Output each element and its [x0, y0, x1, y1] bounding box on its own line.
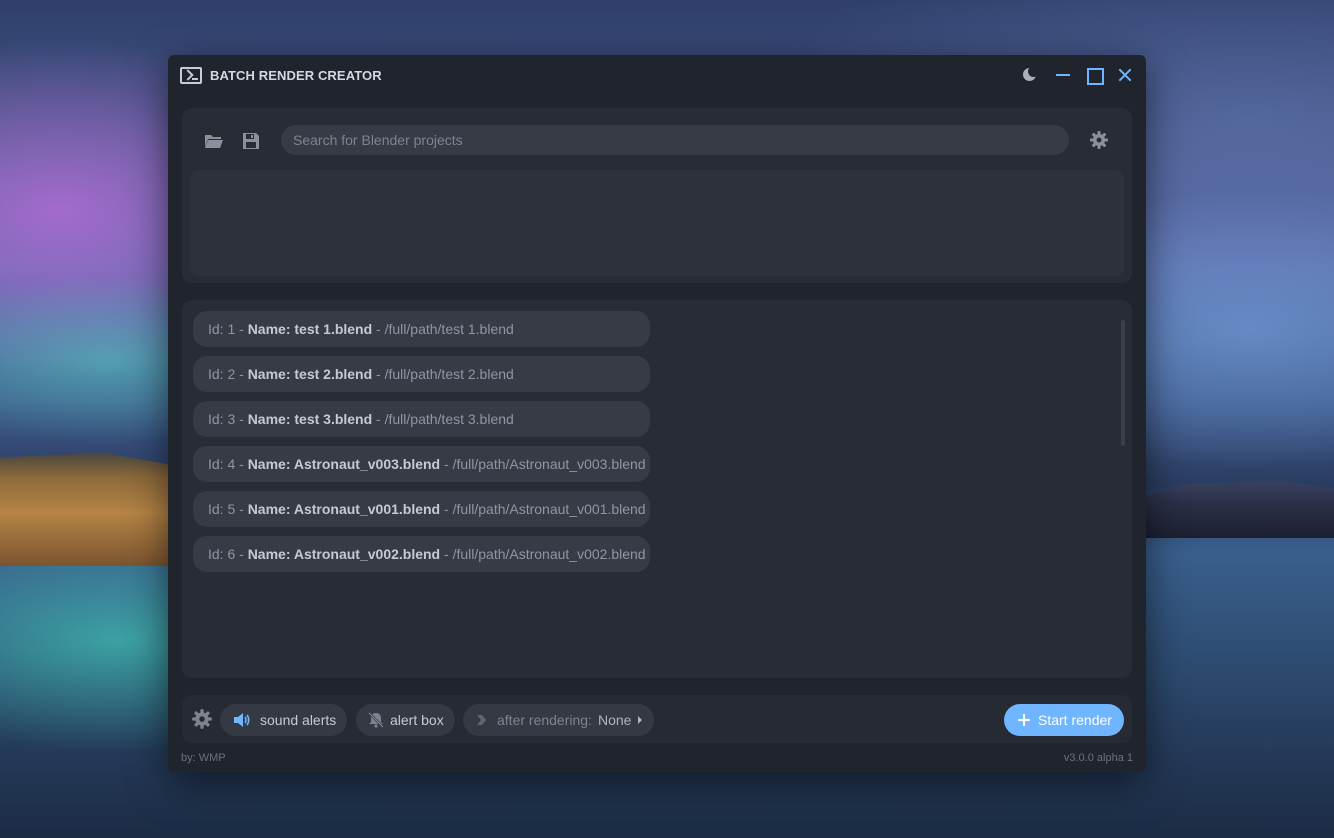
- item-id: Id: 1 -: [208, 321, 248, 337]
- item-id: Id: 4 -: [208, 456, 248, 472]
- item-id: Id: 2 -: [208, 366, 248, 382]
- version-label: v3.0.0 alpha 1: [1063, 752, 1133, 764]
- start-render-label: Start render: [1038, 712, 1112, 728]
- list-item[interactable]: Id: 1 - Name: test 1.blend - /full/path/…: [193, 311, 650, 347]
- background-landscape-right: [1146, 480, 1334, 538]
- item-id: Id: 5 -: [208, 501, 248, 517]
- item-name: Name: Astronaut_v001.blend: [247, 501, 441, 517]
- item-path: - /full/path/test 2.blend: [372, 366, 514, 382]
- alert-box-toggle[interactable]: alert box: [356, 704, 455, 736]
- list-item[interactable]: Id: 4 - Name: Astronaut_v003.blend - /fu…: [193, 446, 650, 482]
- item-path: - /full/path/test 1.blend: [372, 321, 514, 337]
- search-input[interactable]: [281, 125, 1069, 155]
- item-path: - /full/path/test 3.blend: [372, 411, 514, 427]
- plus-icon: [1018, 714, 1030, 726]
- sound-alerts-label: sound alerts: [260, 712, 337, 728]
- item-name: Name: Astronaut_v002.blend: [247, 546, 441, 562]
- author-label: by: WMP: [181, 752, 226, 764]
- sound-alerts-toggle[interactable]: sound alerts: [220, 704, 347, 736]
- terminal-icon: [180, 67, 202, 84]
- bottom-toolbar: sound alerts alert box after rendering: N…: [182, 695, 1132, 743]
- next-icon: [477, 715, 486, 725]
- item-path: - /full/path/Astronaut_v002.blend: [440, 546, 646, 562]
- folder-icon[interactable]: [204, 131, 224, 151]
- item-name: Name: test 2.blend: [247, 366, 373, 382]
- save-icon[interactable]: [241, 131, 261, 151]
- speaker-icon: [234, 713, 250, 727]
- item-path: - /full/path/Astronaut_v003.blend: [440, 456, 646, 472]
- bell-off-icon: [368, 712, 384, 728]
- window-title: BATCH RENDER CREATOR: [210, 68, 382, 83]
- background-landscape-left: [0, 452, 170, 566]
- moon-icon[interactable]: [1022, 66, 1039, 83]
- after-rendering-select[interactable]: after rendering: None: [463, 704, 654, 736]
- start-render-button[interactable]: Start render: [1004, 704, 1124, 736]
- list-item[interactable]: Id: 6 - Name: Astronaut_v002.blend - /fu…: [193, 536, 650, 572]
- item-id: Id: 3 -: [208, 411, 248, 427]
- list-item[interactable]: Id: 3 - Name: test 3.blend - /full/path/…: [193, 401, 650, 437]
- close-icon[interactable]: [1117, 67, 1133, 83]
- item-id: Id: 6 -: [208, 546, 248, 562]
- list-item[interactable]: Id: 2 - Name: test 2.blend - /full/path/…: [193, 356, 650, 392]
- alert-box-label: alert box: [390, 712, 444, 728]
- title-bar[interactable]: BATCH RENDER CREATOR: [168, 55, 1146, 95]
- item-name: Name: test 1.blend: [247, 321, 373, 337]
- scrollbar[interactable]: [1121, 320, 1125, 446]
- list-item[interactable]: Id: 5 - Name: Astronaut_v001.blend - /fu…: [193, 491, 650, 527]
- after-rendering-value: None: [597, 712, 632, 728]
- minimize-icon[interactable]: [1055, 67, 1071, 83]
- after-rendering-label: after rendering:: [497, 712, 592, 728]
- item-path: - /full/path/Astronaut_v001.blend: [440, 501, 646, 517]
- caret-right-icon: [638, 716, 642, 724]
- search-results: [190, 170, 1124, 276]
- gear-icon[interactable]: [191, 708, 213, 730]
- gear-icon[interactable]: [1089, 130, 1109, 150]
- item-name: Name: test 3.blend: [247, 411, 373, 427]
- app-window: BATCH RENDER CREATOR Search for Blender …: [168, 55, 1146, 772]
- maximize-icon[interactable]: [1086, 67, 1104, 85]
- project-list: Id: 1 - Name: test 1.blend - /full/path/…: [182, 300, 1132, 678]
- item-name: Name: Astronaut_v003.blend: [247, 456, 441, 472]
- search-panel: [182, 108, 1132, 283]
